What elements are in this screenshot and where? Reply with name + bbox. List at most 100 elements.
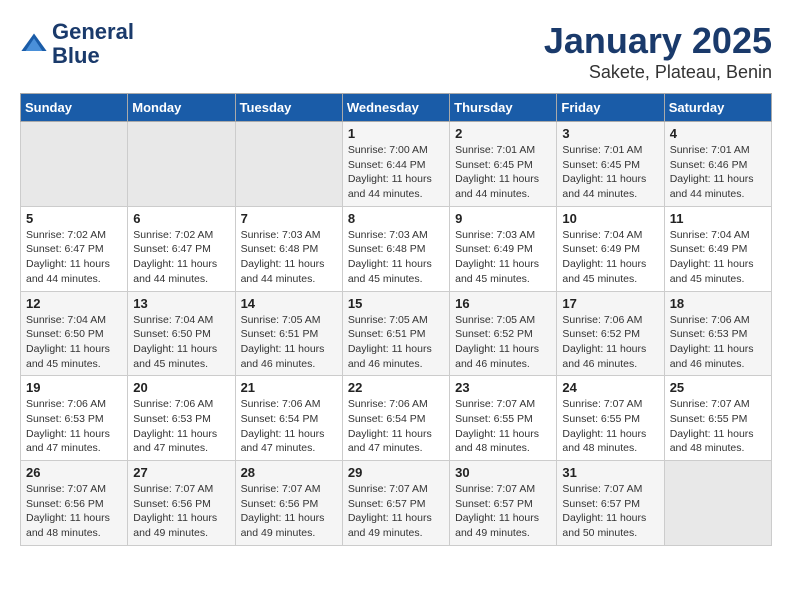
day-number: 19 [26,380,122,395]
week-row-4: 19 Sunrise: 7:06 AM Sunset: 6:53 PM Dayli… [21,376,772,461]
day-cell: 4 Sunrise: 7:01 AM Sunset: 6:46 PM Daylig… [664,122,771,207]
day-cell: 8 Sunrise: 7:03 AM Sunset: 6:48 PM Daylig… [342,206,449,291]
weekday-header-saturday: Saturday [664,94,771,122]
weekday-header-wednesday: Wednesday [342,94,449,122]
day-cell [235,122,342,207]
day-info: Sunrise: 7:03 AM Sunset: 6:48 PM Dayligh… [348,228,444,287]
day-number: 25 [670,380,766,395]
day-info: Sunrise: 7:04 AM Sunset: 6:50 PM Dayligh… [133,313,229,372]
day-info: Sunrise: 7:06 AM Sunset: 6:54 PM Dayligh… [241,397,337,456]
day-number: 21 [241,380,337,395]
day-number: 31 [562,465,658,480]
day-info: Sunrise: 7:07 AM Sunset: 6:56 PM Dayligh… [241,482,337,541]
day-cell: 15 Sunrise: 7:05 AM Sunset: 6:51 PM Dayli… [342,291,449,376]
day-cell: 21 Sunrise: 7:06 AM Sunset: 6:54 PM Dayli… [235,376,342,461]
day-cell: 25 Sunrise: 7:07 AM Sunset: 6:55 PM Dayli… [664,376,771,461]
weekday-header-sunday: Sunday [21,94,128,122]
day-number: 27 [133,465,229,480]
day-number: 26 [26,465,122,480]
day-cell: 1Sunrise: 7:00 AM Sunset: 6:44 PM Daylig… [342,122,449,207]
day-number: 22 [348,380,444,395]
day-info: Sunrise: 7:07 AM Sunset: 6:55 PM Dayligh… [455,397,551,456]
week-row-2: 5 Sunrise: 7:02 AM Sunset: 6:47 PM Daylig… [21,206,772,291]
day-number: 15 [348,296,444,311]
calendar-table: SundayMondayTuesdayWednesdayThursdayFrid… [20,93,772,546]
day-number: 30 [455,465,551,480]
day-cell: 12 Sunrise: 7:04 AM Sunset: 6:50 PM Dayli… [21,291,128,376]
day-cell: 30 Sunrise: 7:07 AM Sunset: 6:57 PM Dayli… [450,461,557,546]
logo: General Blue [20,20,134,68]
day-cell: 28 Sunrise: 7:07 AM Sunset: 6:56 PM Dayli… [235,461,342,546]
day-info: Sunrise: 7:06 AM Sunset: 6:54 PM Dayligh… [348,397,444,456]
day-cell: 10 Sunrise: 7:04 AM Sunset: 6:49 PM Dayli… [557,206,664,291]
day-number: 10 [562,211,658,226]
day-cell: 23Sunrise: 7:07 AM Sunset: 6:55 PM Dayli… [450,376,557,461]
day-info: Sunrise: 7:07 AM Sunset: 6:56 PM Dayligh… [26,482,122,541]
logo-icon [20,30,48,58]
day-info: Sunrise: 7:01 AM Sunset: 6:46 PM Dayligh… [670,143,766,202]
day-number: 2 [455,126,551,141]
day-number: 13 [133,296,229,311]
day-number: 8 [348,211,444,226]
weekday-header-row: SundayMondayTuesdayWednesdayThursdayFrid… [21,94,772,122]
day-cell: 5 Sunrise: 7:02 AM Sunset: 6:47 PM Daylig… [21,206,128,291]
day-number: 4 [670,126,766,141]
day-cell: 20 Sunrise: 7:06 AM Sunset: 6:53 PM Dayli… [128,376,235,461]
day-info: Sunrise: 7:04 AM Sunset: 6:49 PM Dayligh… [562,228,658,287]
week-row-3: 12 Sunrise: 7:04 AM Sunset: 6:50 PM Dayli… [21,291,772,376]
day-info: Sunrise: 7:01 AM Sunset: 6:45 PM Dayligh… [562,143,658,202]
day-number: 6 [133,211,229,226]
day-number: 9 [455,211,551,226]
day-number: 29 [348,465,444,480]
day-cell: 24 Sunrise: 7:07 AM Sunset: 6:55 PM Dayli… [557,376,664,461]
day-info: Sunrise: 7:07 AM Sunset: 6:56 PM Dayligh… [133,482,229,541]
logo-text: General Blue [52,20,134,68]
day-cell: 29Sunrise: 7:07 AM Sunset: 6:57 PM Dayli… [342,461,449,546]
day-cell: 18 Sunrise: 7:06 AM Sunset: 6:53 PM Dayli… [664,291,771,376]
day-info: Sunrise: 7:06 AM Sunset: 6:53 PM Dayligh… [670,313,766,372]
day-cell: 19 Sunrise: 7:06 AM Sunset: 6:53 PM Dayli… [21,376,128,461]
day-cell: 13 Sunrise: 7:04 AM Sunset: 6:50 PM Dayli… [128,291,235,376]
day-info: Sunrise: 7:07 AM Sunset: 6:57 PM Dayligh… [562,482,658,541]
day-info: Sunrise: 7:07 AM Sunset: 6:57 PM Dayligh… [455,482,551,541]
day-number: 16 [455,296,551,311]
day-number: 5 [26,211,122,226]
week-row-1: 1Sunrise: 7:00 AM Sunset: 6:44 PM Daylig… [21,122,772,207]
weekday-header-monday: Monday [128,94,235,122]
day-info: Sunrise: 7:06 AM Sunset: 6:53 PM Dayligh… [133,397,229,456]
day-info: Sunrise: 7:07 AM Sunset: 6:55 PM Dayligh… [670,397,766,456]
day-info: Sunrise: 7:06 AM Sunset: 6:52 PM Dayligh… [562,313,658,372]
day-cell [21,122,128,207]
day-number: 14 [241,296,337,311]
day-number: 20 [133,380,229,395]
day-info: Sunrise: 7:06 AM Sunset: 6:53 PM Dayligh… [26,397,122,456]
day-info: Sunrise: 7:05 AM Sunset: 6:51 PM Dayligh… [348,313,444,372]
day-number: 3 [562,126,658,141]
day-info: Sunrise: 7:04 AM Sunset: 6:49 PM Dayligh… [670,228,766,287]
day-info: Sunrise: 7:04 AM Sunset: 6:50 PM Dayligh… [26,313,122,372]
title-block: January 2025 Sakete, Plateau, Benin [544,20,772,83]
day-cell: 9Sunrise: 7:03 AM Sunset: 6:49 PM Daylig… [450,206,557,291]
day-cell: 16 Sunrise: 7:05 AM Sunset: 6:52 PM Dayli… [450,291,557,376]
day-info: Sunrise: 7:03 AM Sunset: 6:48 PM Dayligh… [241,228,337,287]
weekday-header-friday: Friday [557,94,664,122]
day-cell: 26 Sunrise: 7:07 AM Sunset: 6:56 PM Dayli… [21,461,128,546]
day-cell: 3 Sunrise: 7:01 AM Sunset: 6:45 PM Daylig… [557,122,664,207]
day-number: 28 [241,465,337,480]
day-cell [664,461,771,546]
day-info: Sunrise: 7:05 AM Sunset: 6:52 PM Dayligh… [455,313,551,372]
day-cell: 7Sunrise: 7:03 AM Sunset: 6:48 PM Daylig… [235,206,342,291]
day-cell: 27 Sunrise: 7:07 AM Sunset: 6:56 PM Dayli… [128,461,235,546]
day-info: Sunrise: 7:02 AM Sunset: 6:47 PM Dayligh… [26,228,122,287]
calendar-subtitle: Sakete, Plateau, Benin [544,62,772,83]
day-number: 12 [26,296,122,311]
day-info: Sunrise: 7:07 AM Sunset: 6:55 PM Dayligh… [562,397,658,456]
day-cell: 2 Sunrise: 7:01 AM Sunset: 6:45 PM Daylig… [450,122,557,207]
day-number: 1 [348,126,444,141]
day-number: 18 [670,296,766,311]
day-info: Sunrise: 7:01 AM Sunset: 6:45 PM Dayligh… [455,143,551,202]
day-cell: 11Sunrise: 7:04 AM Sunset: 6:49 PM Dayli… [664,206,771,291]
day-cell: 17Sunrise: 7:06 AM Sunset: 6:52 PM Dayli… [557,291,664,376]
weekday-header-tuesday: Tuesday [235,94,342,122]
day-number: 24 [562,380,658,395]
